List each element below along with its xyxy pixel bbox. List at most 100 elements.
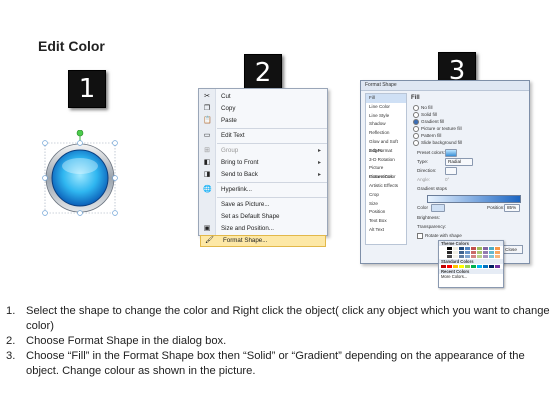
color-swatch[interactable] bbox=[447, 247, 452, 250]
color-swatch[interactable] bbox=[459, 251, 464, 254]
color-swatch[interactable] bbox=[495, 265, 500, 268]
color-swatch[interactable] bbox=[453, 247, 458, 250]
rotate-with-shape[interactable]: Rotate with shape bbox=[417, 233, 462, 239]
nav-item-position[interactable]: Position bbox=[366, 208, 406, 217]
color-swatch[interactable] bbox=[495, 251, 500, 254]
option-pattern-fill[interactable]: Pattern fill bbox=[413, 133, 441, 139]
color-swatch[interactable] bbox=[459, 247, 464, 250]
preset-colors-button[interactable] bbox=[445, 149, 457, 157]
menu-item-size-position[interactable]: ▣ Size and Position... bbox=[199, 223, 327, 235]
menu-item-group[interactable]: ⊞ Group ▸ bbox=[199, 145, 327, 157]
submenu-arrow-icon: ▸ bbox=[317, 172, 321, 178]
format-shape-icon: 🖌 bbox=[205, 237, 214, 244]
section-heading: Fill bbox=[411, 95, 420, 101]
color-swatch[interactable] bbox=[465, 247, 470, 250]
nav-item-size[interactable]: Size bbox=[366, 200, 406, 209]
option-slide-background-fill[interactable]: Slide background fill bbox=[413, 140, 462, 146]
button-shape-icon[interactable] bbox=[40, 129, 120, 216]
color-swatch[interactable] bbox=[483, 255, 488, 258]
color-swatch[interactable] bbox=[453, 255, 458, 258]
color-swatch[interactable] bbox=[447, 255, 452, 258]
color-swatch[interactable] bbox=[471, 247, 476, 250]
direction-label: Direction: bbox=[417, 168, 437, 173]
step-number-2: 2 bbox=[244, 54, 282, 92]
color-picker-button[interactable] bbox=[431, 204, 445, 212]
checkbox-icon bbox=[417, 233, 423, 239]
nav-item-shadow[interactable]: Shadow bbox=[366, 120, 406, 129]
submenu-arrow-icon: ▸ bbox=[317, 148, 321, 154]
position-input[interactable]: 85% bbox=[504, 204, 520, 212]
color-swatch[interactable] bbox=[465, 251, 470, 254]
color-swatch[interactable] bbox=[459, 255, 464, 258]
color-swatch[interactable] bbox=[471, 255, 476, 258]
nav-item-alt-text[interactable]: Alt Text bbox=[366, 226, 406, 235]
color-swatch[interactable] bbox=[489, 255, 494, 258]
color-swatch[interactable] bbox=[441, 251, 446, 254]
angle-label: Angle: bbox=[417, 177, 431, 182]
color-swatch[interactable] bbox=[483, 251, 488, 254]
option-picture-fill[interactable]: Picture or texture fill bbox=[413, 126, 462, 132]
color-swatch[interactable] bbox=[447, 265, 452, 268]
nav-item-picture-corrections[interactable]: Picture Corrections bbox=[366, 164, 406, 179]
nav-item-line-color[interactable]: Line Color bbox=[366, 103, 406, 112]
radio-icon bbox=[413, 126, 419, 132]
dialog-title: Format Shape bbox=[361, 81, 529, 91]
color-swatch[interactable] bbox=[465, 265, 470, 268]
menu-item-copy[interactable]: ❐ Copy bbox=[199, 103, 327, 115]
color-swatch[interactable] bbox=[495, 247, 500, 250]
color-swatch[interactable] bbox=[489, 251, 494, 254]
nav-item-crop[interactable]: Crop bbox=[366, 191, 406, 200]
color-swatch[interactable] bbox=[447, 251, 452, 254]
color-swatch[interactable] bbox=[441, 265, 446, 268]
menu-item-edit-text[interactable]: ▭ Edit Text bbox=[199, 130, 327, 142]
menu-item-send-to-back[interactable]: ◨ Send to Back ▸ bbox=[199, 169, 327, 181]
nav-item-3d-rotation[interactable]: 3-D Rotation bbox=[366, 156, 406, 165]
instruction-3: 3. Choose “Fill” in the Format Shape box … bbox=[6, 350, 525, 377]
menu-item-paste[interactable]: 📋 Paste bbox=[199, 115, 327, 127]
color-swatch[interactable] bbox=[453, 251, 458, 254]
nav-item-artistic-effects[interactable]: Artistic Effects bbox=[366, 182, 406, 191]
color-swatch[interactable] bbox=[477, 251, 482, 254]
option-gradient-fill[interactable]: Gradient fill bbox=[413, 119, 444, 125]
nav-item-fill[interactable]: Fill bbox=[366, 94, 406, 103]
nav-item-line-style[interactable]: Line Style bbox=[366, 112, 406, 121]
bring-front-icon: ◧ bbox=[203, 159, 211, 166]
color-swatch[interactable] bbox=[477, 247, 482, 250]
nav-item-3d-format[interactable]: 3-D Format bbox=[366, 147, 406, 156]
color-swatch[interactable] bbox=[471, 251, 476, 254]
preset-colors-label: Preset colors: bbox=[417, 150, 446, 155]
color-swatch[interactable] bbox=[483, 247, 488, 250]
color-swatch[interactable] bbox=[489, 247, 494, 250]
nav-item-picture-color[interactable]: Picture Color bbox=[366, 173, 406, 182]
type-select[interactable]: Radial bbox=[445, 158, 473, 166]
color-palette: Theme Colors Standard Colors Recent Colo… bbox=[438, 240, 504, 288]
color-swatch[interactable] bbox=[465, 255, 470, 258]
nav-item-glow[interactable]: Glow and Soft Edges bbox=[366, 138, 406, 153]
direction-button[interactable] bbox=[445, 167, 457, 175]
option-solid-fill[interactable]: Solid fill bbox=[413, 112, 437, 118]
menu-item-set-default-shape[interactable]: Set as Default Shape bbox=[199, 211, 327, 223]
nav-item-reflection[interactable]: Reflection bbox=[366, 129, 406, 138]
option-no-fill[interactable]: No fill bbox=[413, 105, 433, 111]
color-swatch[interactable] bbox=[453, 265, 458, 268]
nav-item-text-box[interactable]: Text Box bbox=[366, 217, 406, 226]
menu-item-format-shape[interactable]: 🖌 Format Shape... bbox=[200, 235, 326, 247]
more-colors-button[interactable]: More Colors... bbox=[439, 274, 503, 279]
color-swatch[interactable] bbox=[471, 265, 476, 268]
paste-icon: 📋 bbox=[203, 117, 212, 124]
color-swatch[interactable] bbox=[441, 247, 446, 250]
selected-shape[interactable] bbox=[40, 129, 120, 216]
menu-item-cut[interactable]: ✂ Cut bbox=[199, 91, 327, 103]
menu-item-bring-to-front[interactable]: ◧ Bring to Front ▸ bbox=[199, 157, 327, 169]
color-swatch[interactable] bbox=[477, 265, 482, 268]
color-swatch[interactable] bbox=[441, 255, 446, 258]
color-swatch[interactable] bbox=[459, 265, 464, 268]
color-swatch[interactable] bbox=[495, 255, 500, 258]
scissors-icon: ✂ bbox=[204, 93, 210, 100]
color-swatch[interactable] bbox=[489, 265, 494, 268]
menu-item-hyperlink[interactable]: 🌐 Hyperlink... bbox=[199, 184, 327, 196]
color-swatch[interactable] bbox=[477, 255, 482, 258]
gradient-stops-bar[interactable] bbox=[427, 195, 521, 203]
color-swatch[interactable] bbox=[483, 265, 488, 268]
menu-item-save-as-picture[interactable]: Save as Picture... bbox=[199, 199, 327, 211]
